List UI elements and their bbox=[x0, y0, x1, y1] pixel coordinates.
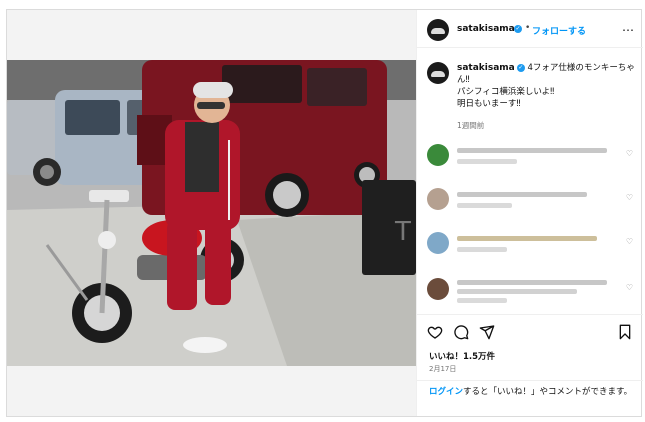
comment-like-icon[interactable]: ♡ bbox=[626, 283, 633, 292]
like-count[interactable]: いいね！1.5万件 bbox=[429, 350, 495, 362]
share-icon[interactable] bbox=[479, 324, 495, 340]
caption-username[interactable]: satakisama bbox=[457, 63, 515, 73]
post-photo[interactable]: T bbox=[7, 60, 416, 366]
post-action-bar bbox=[417, 314, 643, 344]
post-date: 2月17日 bbox=[429, 365, 457, 373]
post-side-panel: satakisama ✓ • フォローする … satakisama ✓ 4フォア… bbox=[416, 10, 643, 416]
author-avatar[interactable] bbox=[427, 19, 449, 41]
blurred-comment-text bbox=[457, 148, 607, 153]
svg-text:T: T bbox=[394, 217, 411, 247]
post-header: satakisama ✓ • フォローする … bbox=[417, 10, 643, 48]
blurred-comment-meta bbox=[457, 247, 507, 252]
comment-like-icon[interactable]: ♡ bbox=[626, 149, 633, 158]
caption-line-3: 明日もいまーす‼ bbox=[457, 99, 521, 109]
divider bbox=[417, 380, 643, 381]
bookmark-icon[interactable] bbox=[617, 324, 633, 340]
login-link[interactable]: ログイン bbox=[429, 387, 463, 397]
post-media-area: T bbox=[7, 10, 416, 416]
blurred-comment-text bbox=[457, 236, 597, 241]
caption-verified-badge-icon: ✓ bbox=[516, 63, 525, 72]
blurred-comment-meta bbox=[457, 203, 512, 208]
blurred-comment-text bbox=[457, 192, 587, 197]
instagram-embed-card: T satakisama ✓ • フォローする … satakisama ✓ 4… bbox=[6, 9, 643, 417]
blurred-comment-meta bbox=[457, 298, 507, 303]
verified-badge-icon: ✓ bbox=[514, 25, 522, 33]
comment-like-icon[interactable]: ♡ bbox=[626, 237, 633, 246]
separator-dot: • bbox=[525, 23, 531, 33]
blurred-comment-text bbox=[457, 280, 607, 285]
comment-item: ♡ bbox=[417, 272, 643, 306]
comment-icon[interactable] bbox=[453, 324, 469, 340]
caption-author-avatar[interactable] bbox=[427, 62, 449, 84]
more-options-icon[interactable]: … bbox=[622, 20, 635, 34]
login-prompt-text: すると「いいね！」やコメントができます。 bbox=[463, 387, 633, 397]
blurred-comment-text bbox=[457, 289, 577, 294]
comment-like-icon[interactable]: ♡ bbox=[626, 193, 633, 202]
follow-button[interactable]: フォローする bbox=[532, 24, 586, 37]
author-username[interactable]: satakisama bbox=[457, 24, 515, 34]
commenter-avatar[interactable] bbox=[427, 144, 449, 166]
comment-item: ♡ bbox=[417, 138, 643, 172]
commenter-avatar[interactable] bbox=[427, 278, 449, 300]
comment-item: ♡ bbox=[417, 182, 643, 216]
photo-illustration: T bbox=[7, 60, 416, 366]
login-prompt: ログインすると「いいね！」やコメントができます。 bbox=[429, 386, 637, 398]
comment-item: ♡ bbox=[417, 226, 643, 260]
commenter-avatar[interactable] bbox=[427, 188, 449, 210]
post-caption: satakisama ✓ 4フォア仕様のモンキーちゃん‼ パシフィコ横浜楽しいよ‼… bbox=[417, 48, 643, 133]
caption-line-2: パシフィコ横浜楽しいよ‼ bbox=[457, 87, 555, 97]
commenter-avatar[interactable] bbox=[427, 232, 449, 254]
caption-timestamp: 1週間前 bbox=[457, 121, 485, 130]
caption-text: satakisama ✓ 4フォア仕様のモンキーちゃん‼ パシフィコ横浜楽しいよ‼… bbox=[457, 62, 637, 110]
heart-icon[interactable] bbox=[427, 324, 443, 340]
blurred-comment-meta bbox=[457, 159, 517, 164]
